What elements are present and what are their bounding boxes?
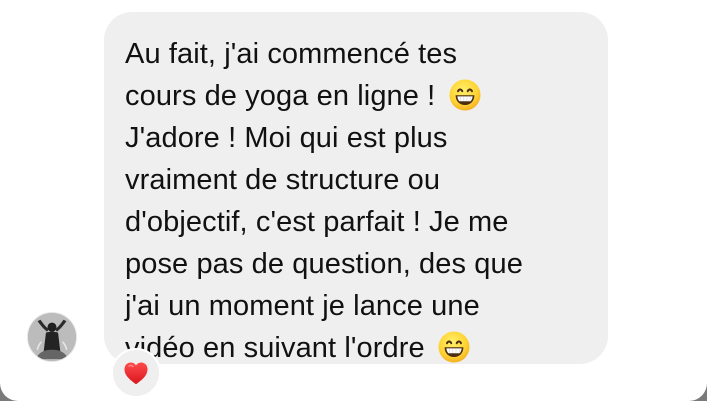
- message-line-6-text: pose pas de question, des que: [125, 248, 523, 280]
- message-line-4: vraiment de structure ou: [125, 159, 586, 201]
- message-line-8-text: vidéo en suivant l'ordre: [125, 332, 425, 364]
- message-line-1: Au fait, j'ai commencé tes: [125, 33, 586, 75]
- grinning-face-emoji-icon: [437, 330, 471, 364]
- direct-message-thread: Au fait, j'ai commencé tes cours de yoga…: [0, 0, 707, 401]
- message-line-4-text: vraiment de structure ou: [125, 164, 441, 196]
- message-line-2: cours de yoga en ligne !: [125, 75, 586, 117]
- message-line-7: j'ai un moment je lance une: [125, 285, 586, 327]
- sender-avatar[interactable]: [27, 312, 77, 362]
- message-line-3: J'adore ! Moi qui est plus: [125, 117, 586, 159]
- heart-reaction-button[interactable]: [111, 348, 161, 398]
- message-line-5-text: d'objectif, c'est parfait ! Je me: [125, 206, 509, 238]
- message-line-8: vidéo en suivant l'ordre: [125, 327, 586, 369]
- message-text: Au fait, j'ai commencé tes cours de yoga…: [125, 33, 586, 369]
- yoga-pose-avatar-icon: [28, 313, 76, 361]
- grinning-face-emoji-icon: [448, 78, 482, 112]
- message-line-1-text: Au fait, j'ai commencé tes: [125, 38, 458, 70]
- message-line-6: pose pas de question, des que: [125, 243, 586, 285]
- received-message-bubble[interactable]: Au fait, j'ai commencé tes cours de yoga…: [104, 12, 608, 364]
- message-line-2-text: cours de yoga en ligne !: [125, 80, 436, 112]
- red-heart-icon: [124, 362, 148, 385]
- message-line-3-text: J'adore ! Moi qui est plus: [125, 122, 448, 154]
- message-line-5: d'objectif, c'est parfait ! Je me: [125, 201, 586, 243]
- message-line-7-text: j'ai un moment je lance une: [125, 290, 480, 322]
